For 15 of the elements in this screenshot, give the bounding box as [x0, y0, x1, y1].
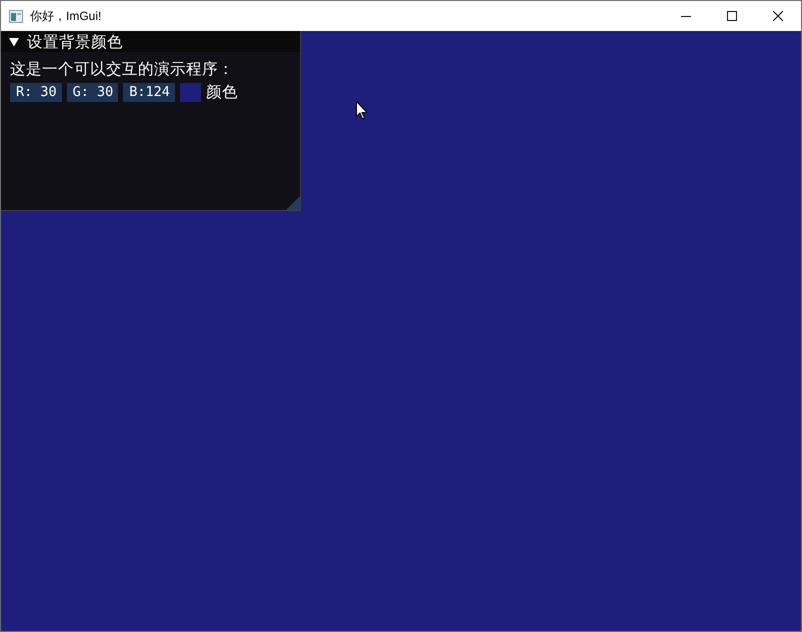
collapse-arrow-icon[interactable] — [9, 36, 19, 46]
color-channel-field[interactable]: G: 30 — [66, 83, 118, 102]
resize-grip-icon[interactable] — [286, 196, 300, 210]
panel-title-bar[interactable]: 设置背景颜色 — [1, 31, 300, 52]
color-label: 颜色 — [206, 83, 238, 102]
color-channel-field[interactable]: R: 30 — [10, 83, 62, 102]
color-channel-field[interactable]: B:124 — [123, 83, 175, 102]
panel-title: 设置背景颜色 — [27, 32, 123, 50]
maximize-icon — [727, 11, 737, 21]
instruction-text: 这是一个可以交互的演示程序： — [10, 60, 234, 79]
color-swatch-icon[interactable] — [180, 83, 201, 102]
app-icon — [9, 10, 23, 22]
window-title: 你好，ImGui! — [30, 8, 102, 24]
close-icon — [773, 11, 783, 21]
mouse-pointer-icon — [356, 101, 368, 120]
